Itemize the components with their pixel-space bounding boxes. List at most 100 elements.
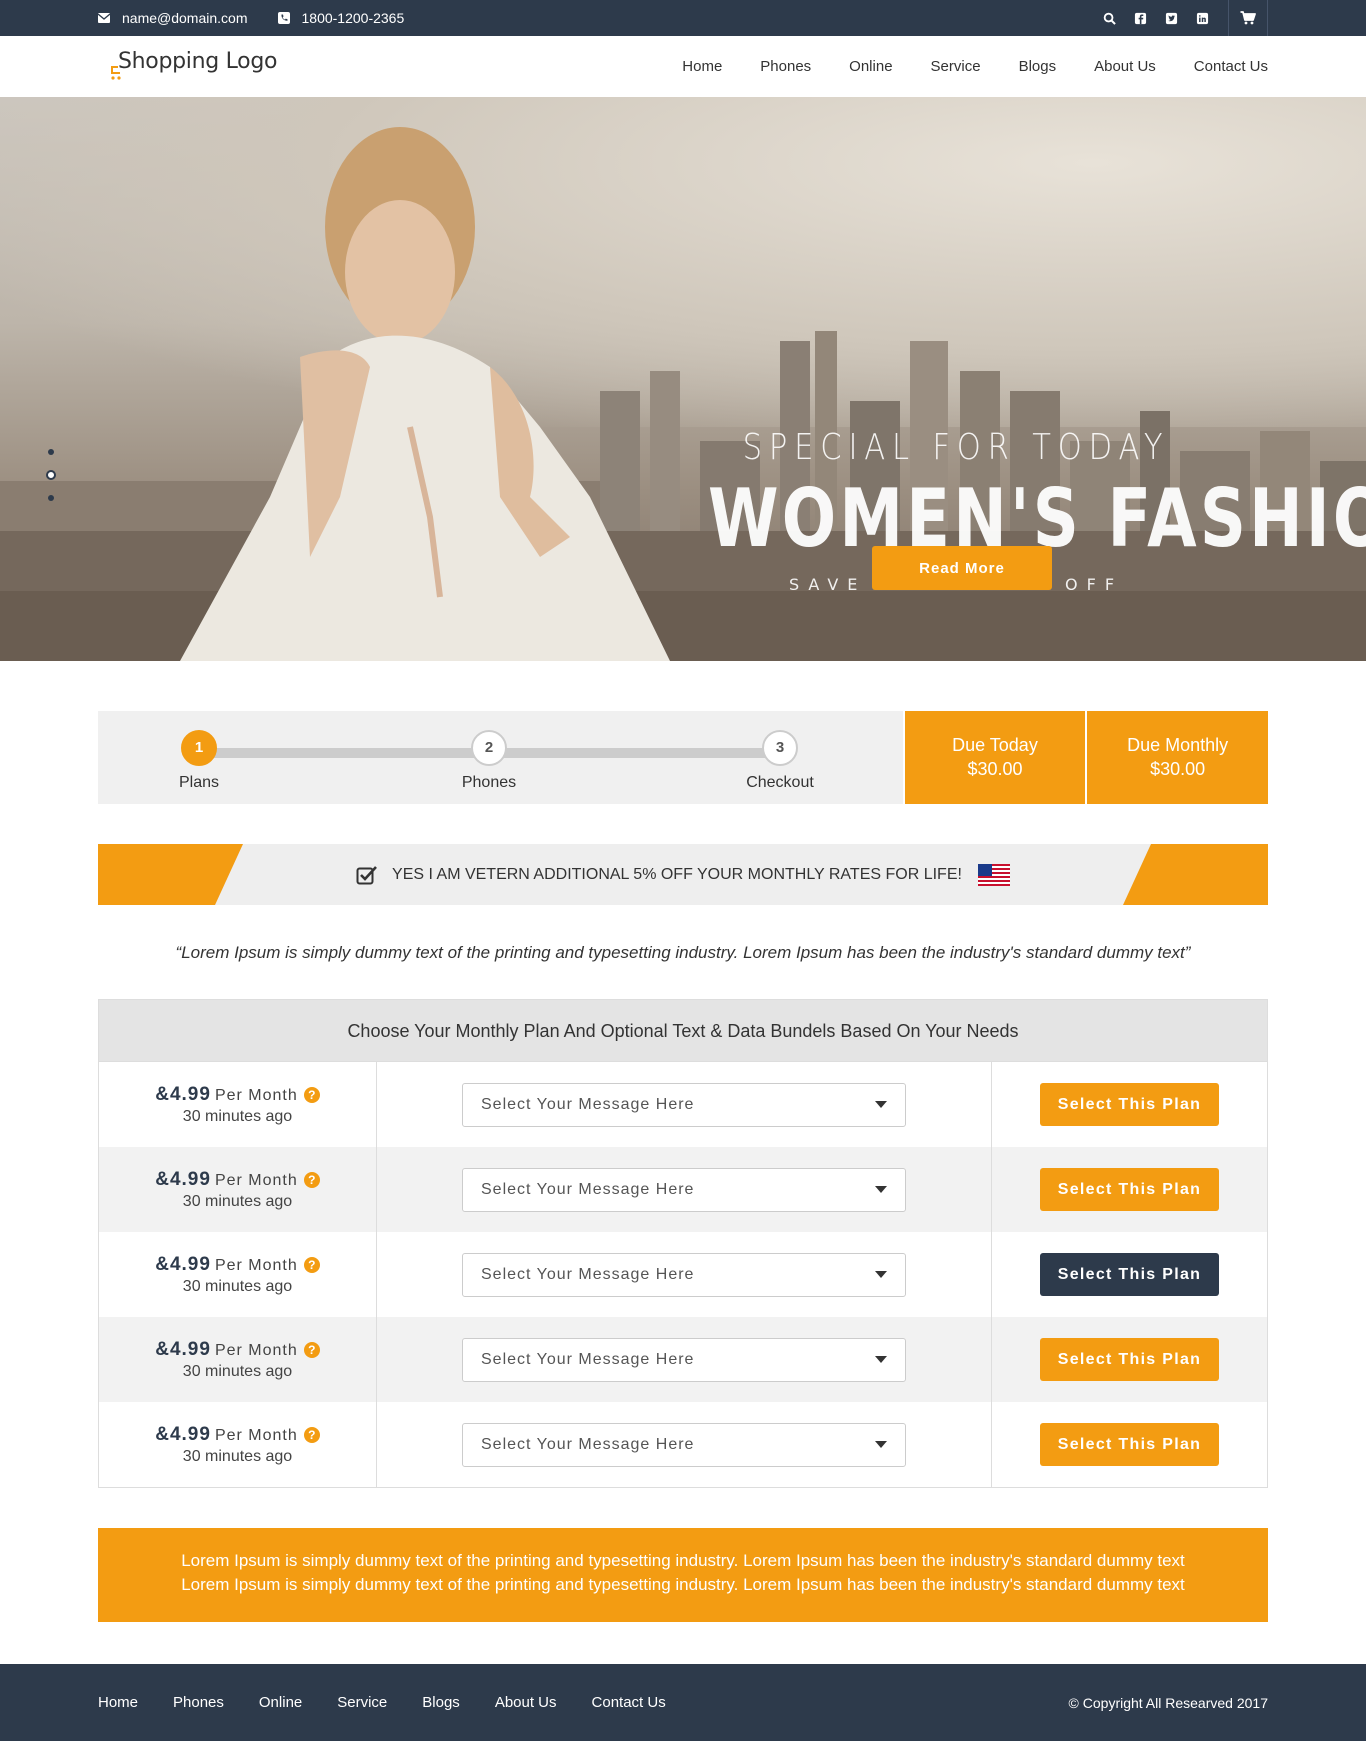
message-select[interactable]: Select Your Message Here xyxy=(462,1167,906,1212)
table-row: &4.99 Per Month? 30 minutes ago Select You… xyxy=(99,1147,1267,1232)
step-number: 3 xyxy=(762,730,798,766)
plan-period: Per Month xyxy=(214,1427,298,1444)
help-icon[interactable]: ? xyxy=(303,1342,320,1358)
phone-contact[interactable]: 1800-1200-2365 xyxy=(277,10,405,26)
message-select[interactable]: Select Your Message Here xyxy=(462,1422,906,1467)
search-icon[interactable] xyxy=(1102,11,1116,25)
step-checkout[interactable]: 3 Checkout xyxy=(730,730,830,792)
twitter-icon[interactable] xyxy=(1164,11,1178,25)
slider-dots xyxy=(46,449,56,516)
banner-left-slant xyxy=(215,844,243,905)
select-value: Select Your Message Here xyxy=(481,1180,695,1198)
step-label: Checkout xyxy=(746,774,814,791)
copyright-icon: © xyxy=(1068,1694,1079,1711)
plan-period: Per Month xyxy=(214,1257,298,1274)
footer-nav-blogs[interactable]: Blogs xyxy=(422,1694,460,1711)
plan-time: 30 minutes ago xyxy=(182,1193,293,1210)
slider-dot-2[interactable] xyxy=(46,470,56,480)
select-plan-button[interactable]: Select This Plan xyxy=(1040,1253,1219,1296)
site-logo[interactable]: Shopping Logo xyxy=(98,47,277,87)
checkbox-checked-icon[interactable] xyxy=(356,865,378,885)
caret-down-icon xyxy=(875,1186,887,1193)
message-select[interactable]: Select Your Message Here xyxy=(462,1082,906,1127)
select-plan-button[interactable]: Select This Plan xyxy=(1040,1338,1219,1381)
select-plan-button[interactable]: Select This Plan xyxy=(1040,1083,1219,1126)
footer-nav-home[interactable]: Home xyxy=(98,1694,138,1711)
nav-service[interactable]: Service xyxy=(931,58,981,75)
footer-nav-phones[interactable]: Phones xyxy=(173,1694,224,1711)
veteran-option[interactable]: YES I AM VETERN ADDITIONAL 5% OFF YOUR M… xyxy=(356,863,1010,886)
nav-online[interactable]: Online xyxy=(849,58,892,75)
model-photo xyxy=(180,127,670,661)
footer-nav-service[interactable]: Service xyxy=(337,1694,387,1711)
veteran-text: YES I AM VETERN ADDITIONAL 5% OFF YOUR M… xyxy=(392,865,962,883)
footer-nav-online[interactable]: Online xyxy=(259,1694,302,1711)
table-row: &4.99 Per Month? 30 minutes ago Select You… xyxy=(99,1317,1267,1402)
plan-time: 30 minutes ago xyxy=(182,1108,293,1125)
help-icon[interactable]: ? xyxy=(303,1427,320,1443)
select-value: Select Your Message Here xyxy=(481,1265,695,1283)
main-nav: Home Phones Online Service Blogs About U… xyxy=(644,58,1268,75)
help-icon[interactable]: ? xyxy=(303,1087,320,1103)
help-icon[interactable]: ? xyxy=(303,1257,320,1273)
plan-time: 30 minutes ago xyxy=(182,1363,293,1380)
info-line-2: Lorem Ipsum is simply dummy text of the … xyxy=(181,1575,1185,1594)
nav-home[interactable]: Home xyxy=(682,58,722,75)
checkout-progress: 1 Plans 2 Phones 3 Checkout Due Today $3… xyxy=(98,711,1268,804)
plan-period: Per Month xyxy=(214,1172,298,1189)
table-row: &4.99 Per Month? 30 minutes ago Select You… xyxy=(99,1232,1267,1317)
envelope-icon xyxy=(98,13,110,23)
nav-blogs[interactable]: Blogs xyxy=(1019,58,1057,75)
plan-price: &4.99 xyxy=(155,1339,211,1360)
slider-dot-3[interactable] xyxy=(48,495,54,501)
plan-price: &4.99 xyxy=(155,1169,211,1190)
step-label: Phones xyxy=(461,774,517,791)
message-select[interactable]: Select Your Message Here xyxy=(462,1337,906,1382)
footer-nav-about-us[interactable]: About Us xyxy=(495,1694,557,1711)
read-more-button[interactable]: Read More xyxy=(872,546,1052,590)
plan-price: &4.99 xyxy=(155,1424,211,1445)
phone-icon xyxy=(277,12,290,24)
footer-nav-contact-us[interactable]: Contact Us xyxy=(592,1694,666,1711)
step-tracker: 1 Plans 2 Phones 3 Checkout xyxy=(98,711,903,804)
step-phones[interactable]: 2 Phones xyxy=(439,730,539,792)
plan-price: &4.99 xyxy=(155,1084,211,1105)
select-plan-button[interactable]: Select This Plan xyxy=(1040,1168,1219,1211)
slider-dot-1[interactable] xyxy=(48,449,54,455)
step-label: Plans xyxy=(178,774,220,791)
caret-down-icon xyxy=(875,1101,887,1108)
nav-contact-us[interactable]: Contact Us xyxy=(1194,58,1268,75)
due-today-label: Due Today xyxy=(952,735,1038,755)
plans-table: Choose Your Monthly Plan And Optional Te… xyxy=(98,999,1268,1488)
step-plans[interactable]: 1 Plans xyxy=(149,730,249,792)
copyright: © Copyright All Researved 2017 xyxy=(1069,1695,1268,1711)
help-icon[interactable]: ? xyxy=(303,1172,320,1188)
plan-time: 30 minutes ago xyxy=(182,1448,293,1465)
email-text: name@domain.com xyxy=(122,10,248,26)
nav-about-us[interactable]: About Us xyxy=(1094,58,1156,75)
caret-down-icon xyxy=(875,1441,887,1448)
facebook-icon[interactable] xyxy=(1133,11,1147,25)
cart-icon[interactable] xyxy=(1228,0,1268,36)
info-line-1: Lorem Ipsum is simply dummy text of the … xyxy=(181,1551,1185,1570)
due-today-box: Due Today $30.00 xyxy=(904,711,1086,804)
email-contact[interactable]: name@domain.com xyxy=(98,10,248,26)
due-monthly-value: $30.00 xyxy=(1150,759,1206,779)
select-value: Select Your Message Here xyxy=(481,1095,695,1113)
copyright-text: Copyright All Researved 2017 xyxy=(1082,1694,1268,1711)
banner-right-accent xyxy=(1151,844,1268,905)
due-today-value: $30.00 xyxy=(967,759,1023,779)
plan-price: &4.99 xyxy=(155,1254,211,1275)
caret-down-icon xyxy=(875,1271,887,1278)
plan-period: Per Month xyxy=(214,1087,298,1104)
select-plan-button[interactable]: Select This Plan xyxy=(1040,1423,1219,1466)
nav-phones[interactable]: Phones xyxy=(760,58,811,75)
plan-time: 30 minutes ago xyxy=(182,1278,293,1295)
phone-text: 1800-1200-2365 xyxy=(301,10,405,26)
main-header: Shopping Logo Home Phones Online Service… xyxy=(0,36,1366,97)
select-value: Select Your Message Here xyxy=(481,1350,695,1368)
linkedin-icon[interactable] xyxy=(1195,11,1209,25)
message-select[interactable]: Select Your Message Here xyxy=(462,1252,906,1297)
veteran-banner: YES I AM VETERN ADDITIONAL 5% OFF YOUR M… xyxy=(98,844,1268,905)
banner-right-slant xyxy=(1123,844,1151,905)
